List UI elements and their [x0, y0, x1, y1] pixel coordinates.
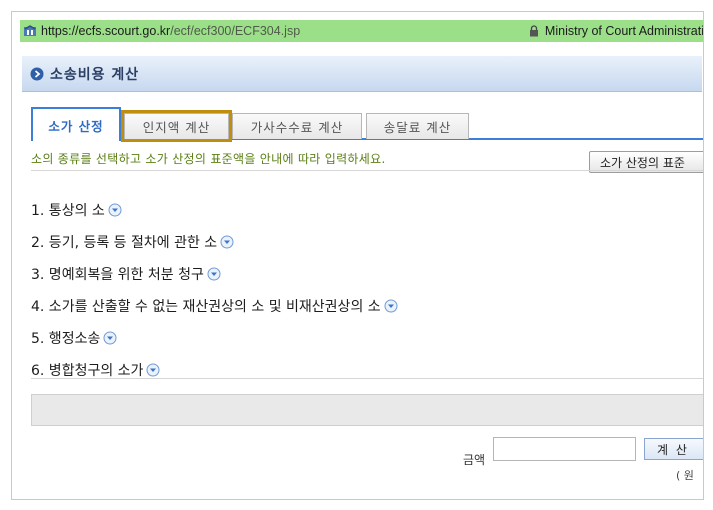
- category-label: 1. 통상의 소: [31, 203, 105, 219]
- url-text[interactable]: https://ecfs.scourt.go.kr/ecf/ecf300/ECF…: [41, 24, 300, 38]
- category-item-general[interactable]: 1. 통상의 소: [31, 194, 398, 226]
- category-item-registration[interactable]: 2. 등기, 등록 등 절차에 관한 소: [31, 226, 398, 258]
- browser-window: https://ecfs.scourt.go.kr/ecf/ecf300/ECF…: [11, 11, 704, 500]
- circle-arrow-icon: [30, 67, 44, 80]
- category-label: 6. 병합청구의 소가: [31, 363, 144, 379]
- tab-stamp-fee[interactable]: 인지액 계산: [121, 110, 232, 142]
- category-item-joined-claims[interactable]: 6. 병합청구의 소가: [31, 354, 398, 386]
- category-list: 1. 통상의 소 2. 등기, 등록 등 절차에 관한 소 3. 명예회복을 위…: [31, 194, 398, 386]
- amount-input[interactable]: [493, 437, 636, 461]
- page-title-bar: 소송비용 계산: [22, 56, 702, 92]
- page-title: 소송비용 계산: [50, 66, 140, 83]
- category-label: 3. 명예회복을 위한 처분 청구: [31, 267, 204, 283]
- chevron-down-icon[interactable]: [146, 363, 160, 377]
- guide-text: 소의 종류를 선택하고 소가 산정의 표준액을 안내에 따라 입력하세요.: [31, 152, 386, 166]
- url-host: https://ecfs.scourt.go.kr: [41, 24, 171, 38]
- category-label: 5. 행정소송: [31, 331, 101, 347]
- chevron-down-icon[interactable]: [220, 235, 234, 249]
- category-label: 2. 등기, 등록 등 절차에 관한 소: [31, 235, 218, 251]
- url-path: /ecf/ecf300/ECF304.jsp: [170, 24, 301, 38]
- divider: [31, 378, 703, 379]
- tab-bar: 소가 산정 인지액 계산 가사수수료 계산 송달료 계산: [31, 107, 703, 142]
- chevron-down-icon[interactable]: [103, 331, 117, 345]
- chevron-down-icon[interactable]: [207, 267, 221, 281]
- result-panel: [31, 394, 703, 426]
- chevron-down-icon[interactable]: [384, 299, 398, 313]
- category-item-non-property[interactable]: 4. 소가를 산출할 수 없는 재산권상의 소 및 비재산권상의 소: [31, 290, 398, 322]
- category-item-administrative[interactable]: 5. 행정소송: [31, 322, 398, 354]
- divider: [31, 170, 703, 171]
- chevron-down-icon[interactable]: [108, 203, 122, 217]
- tab-family-fee[interactable]: 가사수수료 계산: [232, 113, 362, 139]
- lock-icon: [529, 25, 538, 37]
- tab-delivery-fee[interactable]: 송달료 계산: [366, 113, 469, 139]
- calculate-button[interactable]: 계 산: [644, 438, 703, 460]
- category-label: 4. 소가를 산출할 수 없는 재산권상의 소 및 비재산권상의 소: [31, 299, 381, 315]
- certificate-owner[interactable]: Ministry of Court Administrati: [545, 24, 703, 38]
- unit-note: ( 원: [676, 469, 694, 482]
- tab-lawsuit-value[interactable]: 소가 산정: [31, 107, 121, 141]
- site-favicon-icon: [24, 25, 36, 36]
- address-bar[interactable]: https://ecfs.scourt.go.kr/ecf/ecf300/ECF…: [20, 20, 703, 42]
- amount-label: 금액: [463, 453, 486, 467]
- category-item-reputation[interactable]: 3. 명예회복을 위한 처분 청구: [31, 258, 398, 290]
